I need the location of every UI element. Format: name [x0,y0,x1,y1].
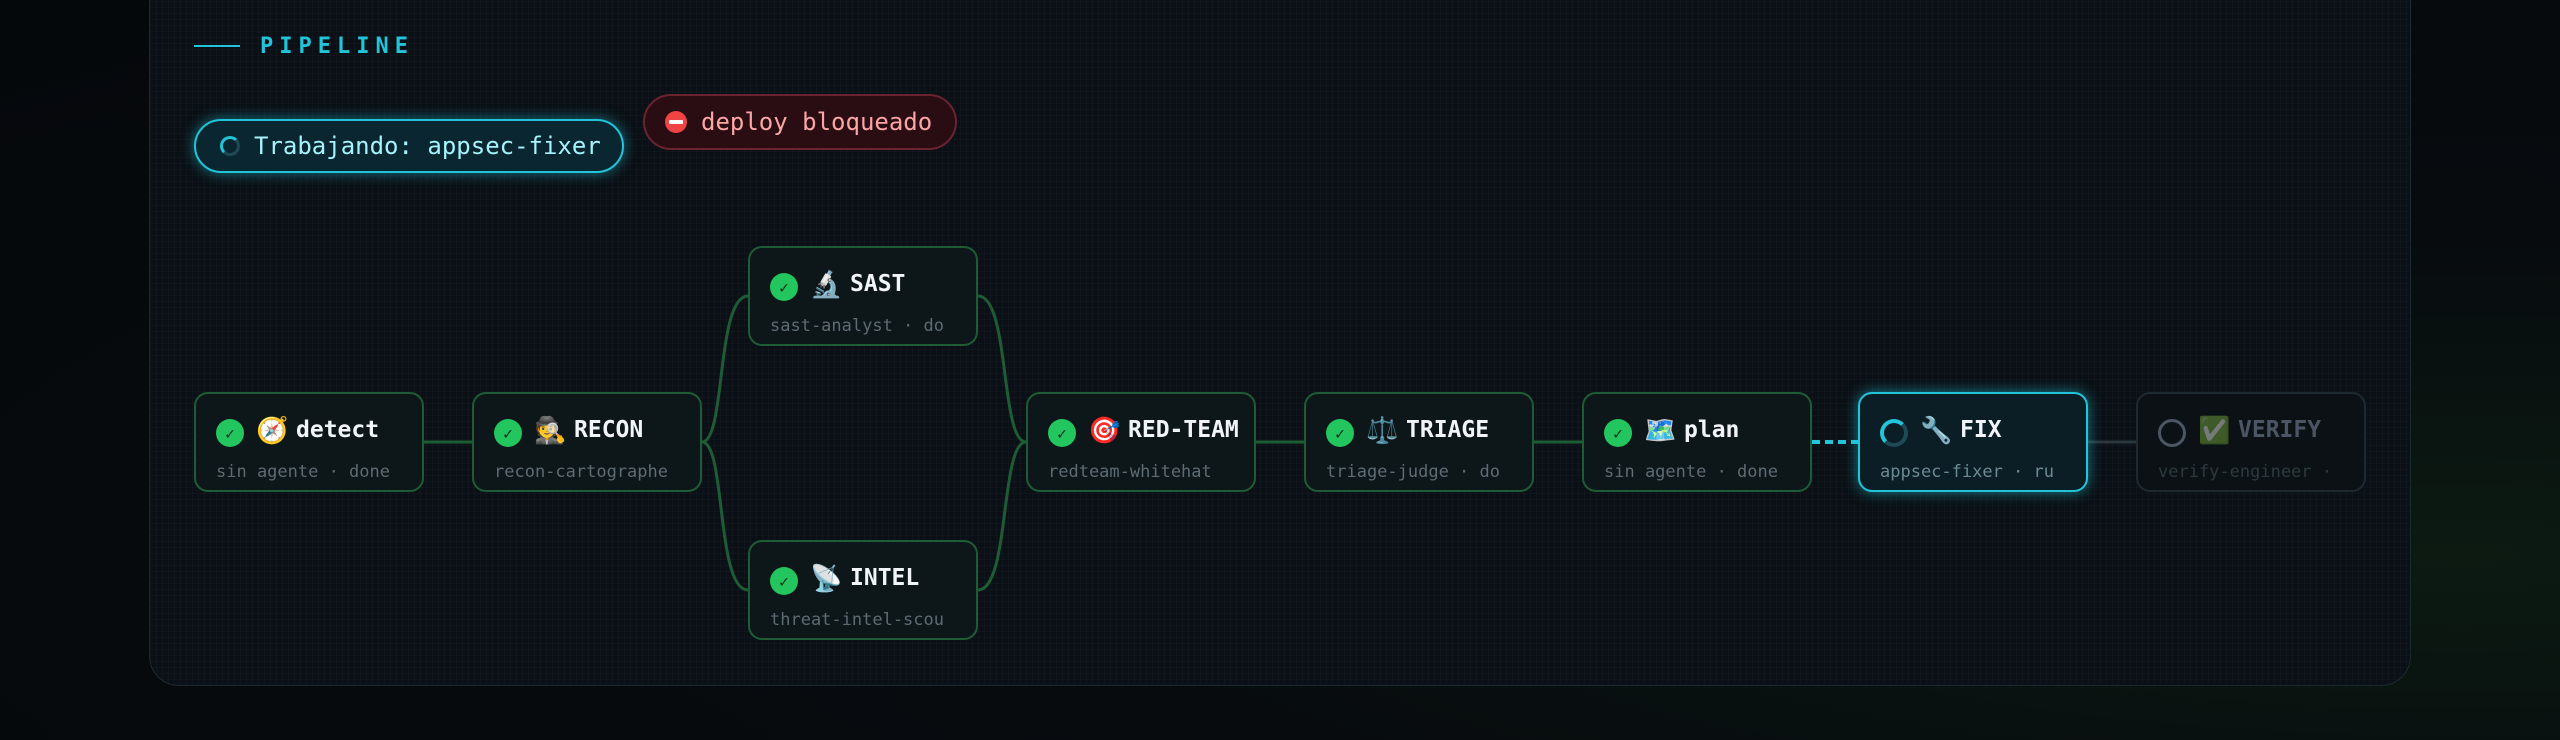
node-name: FIX [1960,417,2002,443]
edge-recon-intel [701,440,749,592]
node-sast[interactable]: ✓ 🔬 SAST sast-analyst · do [748,246,978,346]
edge-intel-redteam [977,440,1027,592]
node-subtitle: sin agente · done [216,462,390,482]
wrench-icon: 🔧 [1920,416,1953,446]
node-name: INTEL [850,565,920,591]
node-subtitle: verify-engineer · [2158,462,2332,482]
spy-icon: 🕵️ [534,416,567,446]
microscope-icon: 🔬 [810,270,843,300]
node-redteam[interactable]: ✓ 🎯 RED-TEAM redteam-whitehat [1026,392,1256,492]
node-subtitle: sast-analyst · do [770,316,944,336]
node-recon[interactable]: ✓ 🕵️ RECON recon-cartographe [472,392,702,492]
target-icon: 🎯 [1088,416,1121,446]
check-icon: ✓ [216,419,244,447]
check-box-icon: ✅ [2198,416,2231,446]
node-triage[interactable]: ✓ ⚖️ TRIAGE triage-judge · do [1304,392,1534,492]
check-icon: ✓ [770,273,798,301]
node-subtitle: redteam-whitehat [1048,462,1212,482]
node-name: SAST [850,271,906,297]
check-icon: ✓ [1326,419,1354,447]
node-verify[interactable]: ✅ VERIFY verify-engineer · [2136,392,2366,492]
spinner-icon [1880,419,1908,447]
check-icon: ✓ [494,419,522,447]
check-icon: ✓ [1604,419,1632,447]
pending-circle-icon [2158,419,2186,447]
map-icon: 🗺️ [1644,416,1677,446]
check-icon: ✓ [1048,419,1076,447]
node-intel[interactable]: ✓ 📡 INTEL threat-intel-scou [748,540,978,640]
node-detect[interactable]: ✓ 🧭 detect sin agente · done [194,392,424,492]
node-name: TRIAGE [1406,417,1490,443]
node-subtitle: recon-cartographe [494,462,668,482]
node-subtitle: sin agente · done [1604,462,1778,482]
node-plan[interactable]: ✓ 🗺️ plan sin agente · done [1582,392,1812,492]
node-fix[interactable]: 🔧 FIX appsec-fixer · ru [1858,392,2088,492]
edge-recon-sast [701,294,749,444]
node-name: plan [1684,417,1740,443]
check-icon: ✓ [770,567,798,595]
scales-icon: ⚖️ [1366,416,1399,446]
node-subtitle: triage-judge · do [1326,462,1500,482]
node-subtitle: appsec-fixer · ru [1880,462,2054,482]
node-name: RED-TEAM [1128,417,1239,443]
node-name: RECON [574,417,644,443]
node-subtitle: threat-intel-scou [770,610,944,630]
compass-icon: 🧭 [256,416,289,446]
node-name: detect [296,417,380,443]
satellite-icon: 📡 [810,564,843,594]
pipeline-edges [424,294,2136,592]
node-name: VERIFY [2238,417,2322,443]
edge-sast-redteam [977,294,1027,444]
